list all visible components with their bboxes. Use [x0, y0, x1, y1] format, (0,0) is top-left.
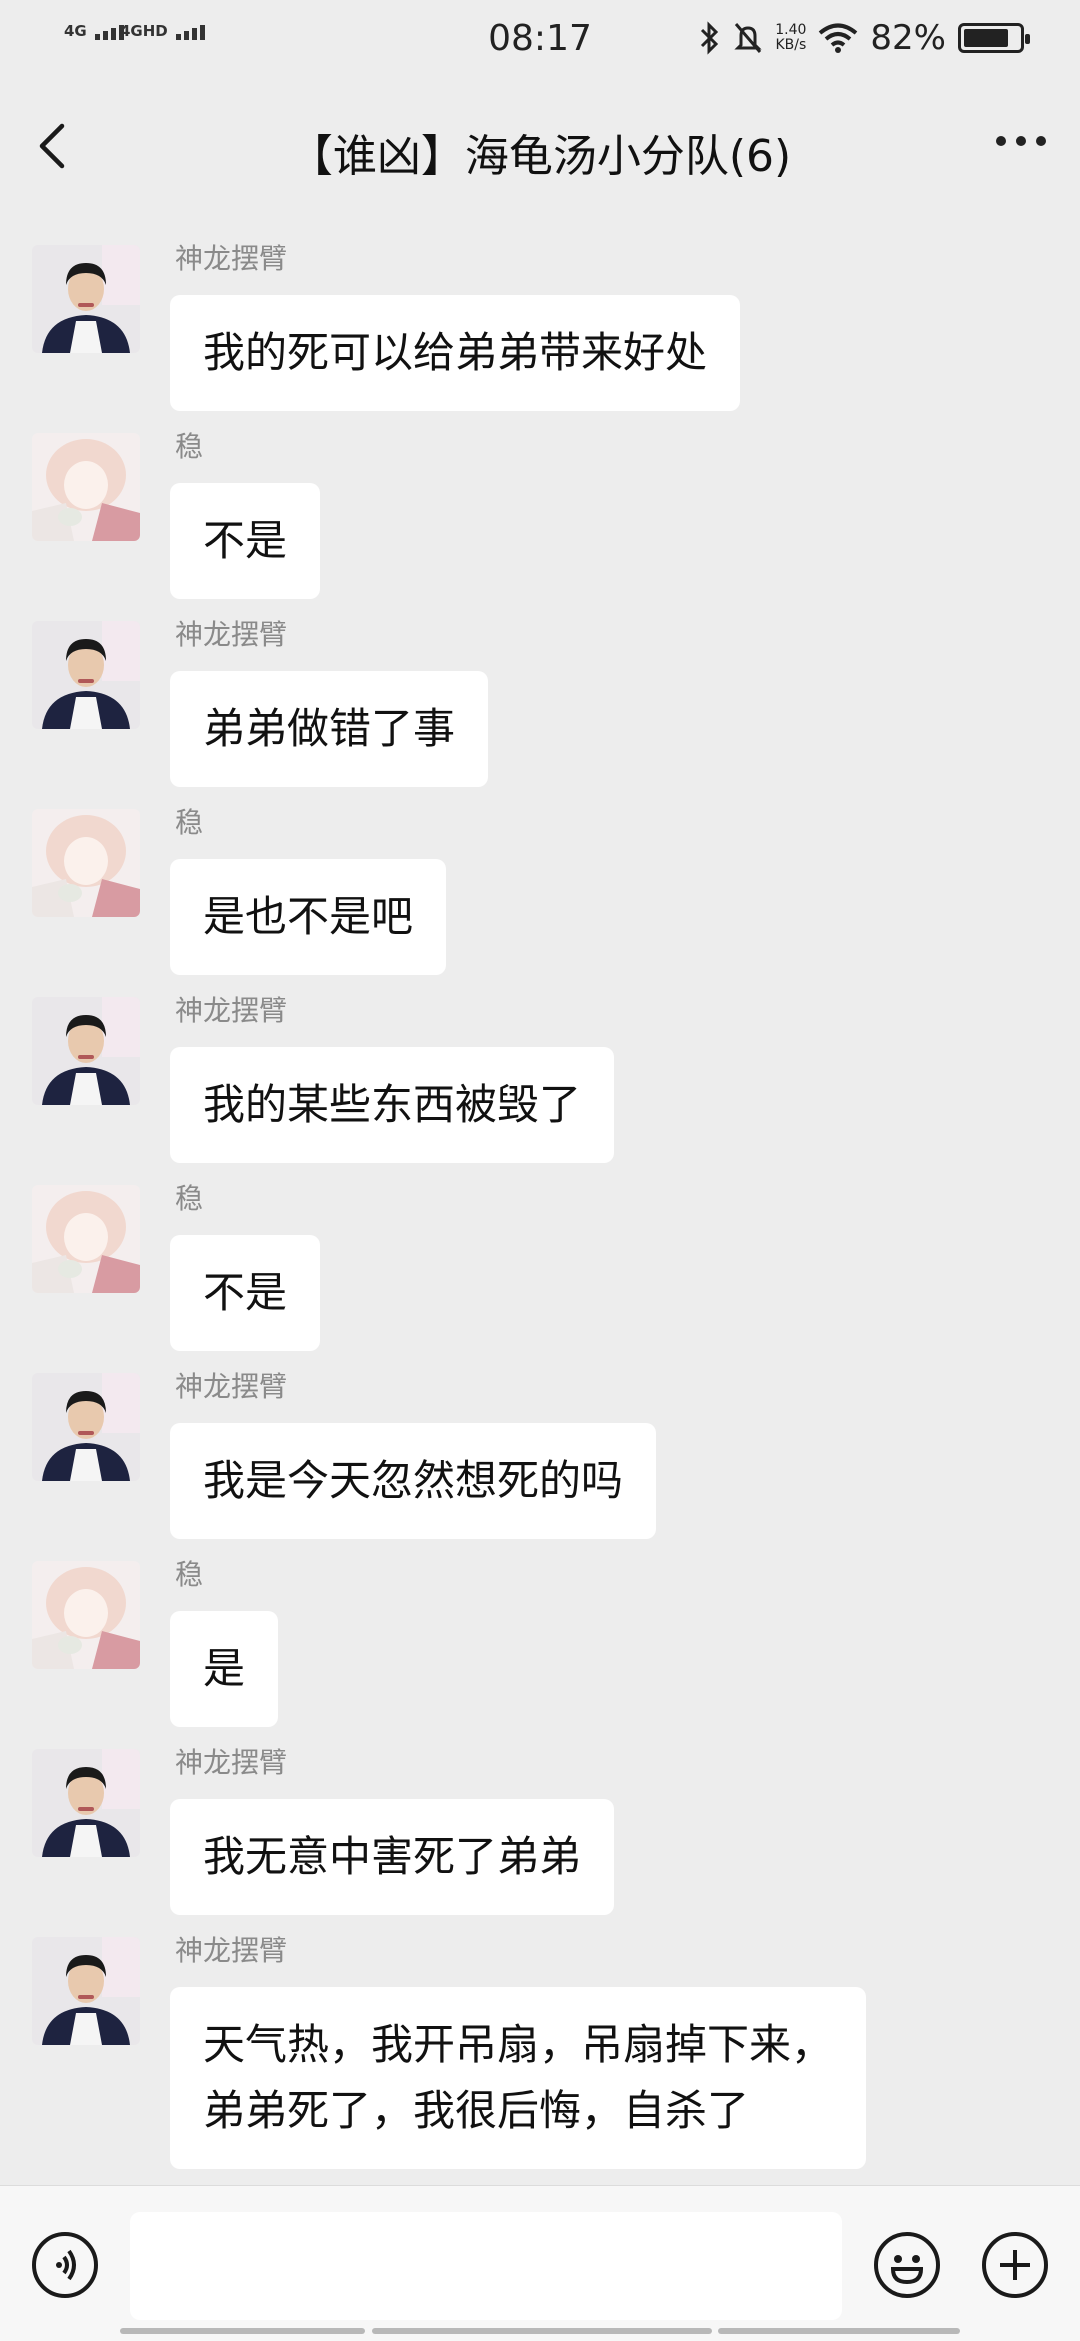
- emoji-icon[interactable]: [874, 2232, 940, 2298]
- voice-icon[interactable]: [32, 2232, 98, 2298]
- avatar[interactable]: [32, 621, 140, 729]
- message-bubble[interactable]: 我的某些东西被毁了: [170, 1047, 615, 1163]
- message-bubble[interactable]: 我的死可以给弟弟带来好处: [170, 295, 741, 411]
- sender-name: 神龙摆臂: [175, 618, 288, 651]
- message-bubble[interactable]: 我无意中害死了弟弟: [170, 1799, 615, 1915]
- message-bubble[interactable]: 弟弟做错了事: [170, 671, 489, 787]
- avatar[interactable]: [32, 809, 140, 917]
- message-bubble[interactable]: 是也不是吧: [170, 859, 447, 975]
- net-speed-unit: KB/s: [775, 37, 807, 53]
- battery-icon: [958, 23, 1030, 53]
- status-right: 1.40 KB/s 82%: [699, 18, 1030, 58]
- sender-name: 稳: [175, 430, 204, 463]
- message-bubble[interactable]: 不是: [170, 483, 321, 599]
- sender-name: 神龙摆臂: [175, 994, 288, 1027]
- bluetooth-icon: [701, 21, 719, 55]
- message-bubble[interactable]: 是: [170, 1611, 279, 1727]
- avatar[interactable]: [32, 1937, 140, 2045]
- battery-fill: [964, 29, 1008, 47]
- avatar[interactable]: [32, 1749, 140, 1857]
- sender-name: 神龙摆臂: [175, 1934, 288, 1967]
- net-speed-value: 1.40: [775, 22, 807, 38]
- sender-name: 稳: [175, 1558, 204, 1591]
- gesture-bar: [718, 2328, 960, 2334]
- avatar[interactable]: [32, 997, 140, 1105]
- wifi-icon: [819, 23, 858, 53]
- chat-title: 【谁凶】海龟汤小分队(6): [288, 131, 792, 182]
- sender-name: 神龙摆臂: [175, 1370, 288, 1403]
- message-bubble[interactable]: 不是: [170, 1235, 321, 1351]
- avatar[interactable]: [32, 245, 140, 353]
- sender-name: 稳: [175, 1182, 204, 1215]
- mute-bell-icon: [734, 23, 762, 53]
- sender-name: 稳: [175, 806, 204, 839]
- net-speed: 1.40 KB/s: [775, 23, 806, 53]
- message-bubble[interactable]: 天气热，我开吊扇，吊扇掉下来， 弟弟死了，我很后悔，自杀了: [170, 1987, 867, 2169]
- message-bubble[interactable]: 我是今天忽然想死的吗: [170, 1423, 657, 1539]
- input-bar: [0, 2185, 1080, 2341]
- avatar[interactable]: [32, 1561, 140, 1669]
- status-bar: 4G 4GHD 08:17 1.40 KB/s 82%: [0, 0, 1080, 80]
- sender-name: 神龙摆臂: [175, 1746, 288, 1779]
- gesture-bar: [120, 2328, 365, 2334]
- gesture-bar: [372, 2328, 712, 2334]
- avatar[interactable]: [32, 1373, 140, 1481]
- battery-percent: 82%: [870, 18, 946, 58]
- message-input[interactable]: [130, 2212, 842, 2320]
- avatar[interactable]: [32, 433, 140, 541]
- sender-name: 神龙摆臂: [175, 242, 288, 275]
- more-dots-icon[interactable]: [996, 136, 1046, 146]
- avatar[interactable]: [32, 1185, 140, 1293]
- chat-header: 【谁凶】海龟汤小分队(6): [0, 80, 1080, 210]
- plus-icon[interactable]: [982, 2232, 1048, 2298]
